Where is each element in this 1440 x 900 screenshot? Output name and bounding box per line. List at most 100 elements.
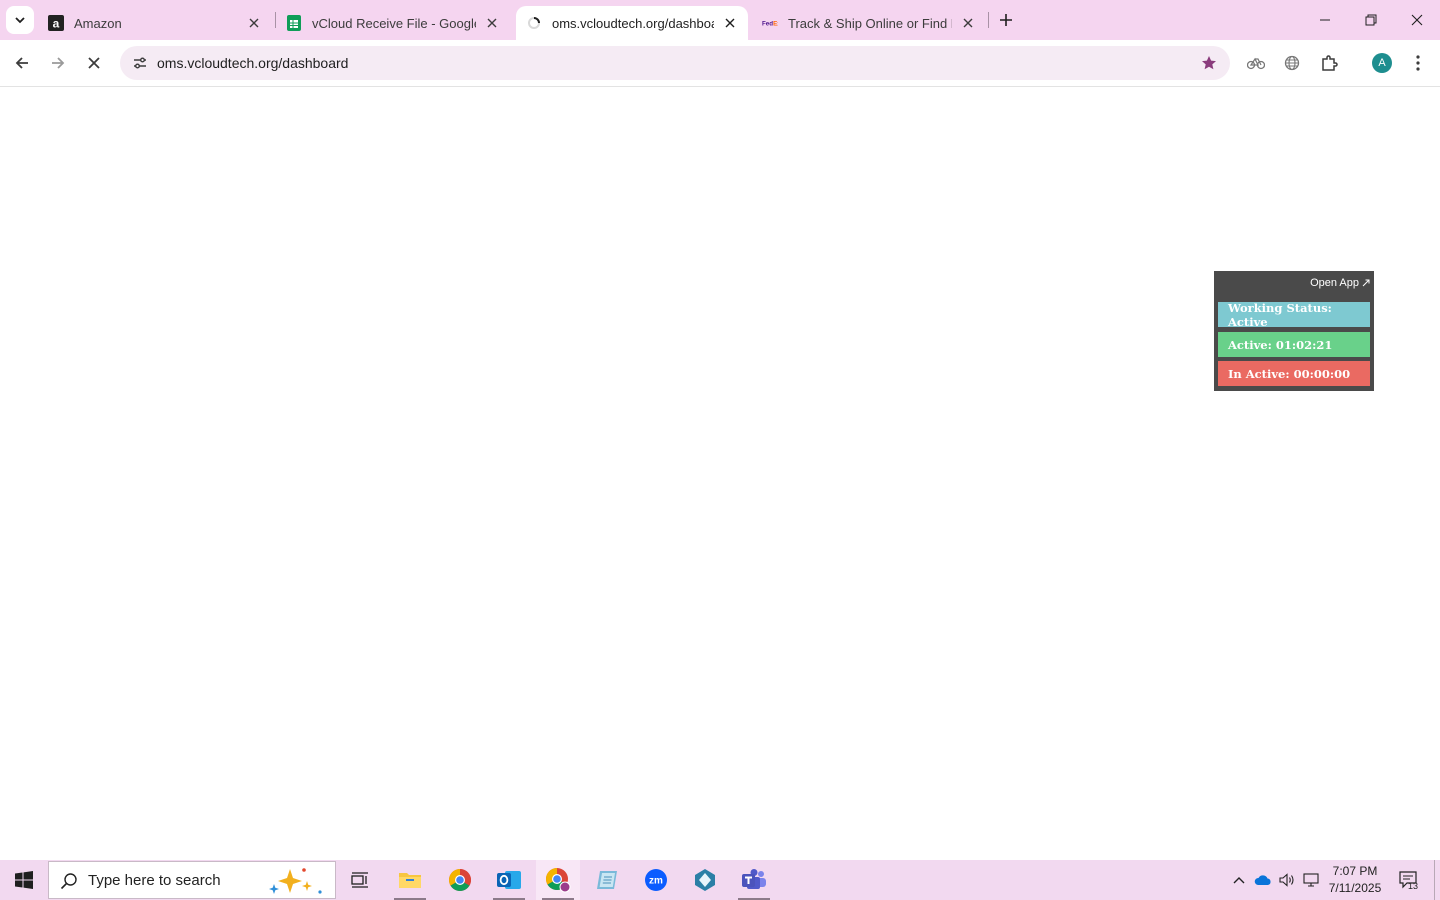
chrome-profile-button[interactable] xyxy=(536,860,580,900)
tab-title: oms.vcloudtech.org/dashboard xyxy=(552,15,714,31)
chrome-icon xyxy=(449,869,471,891)
open-app-button[interactable]: Open App xyxy=(1310,277,1370,289)
notification-count: 13 xyxy=(1408,881,1419,891)
restore-button[interactable] xyxy=(1348,0,1394,40)
sparkle-icon xyxy=(269,868,322,894)
svg-text:a: a xyxy=(53,17,60,31)
notifications-button[interactable] xyxy=(1394,860,1424,900)
inactive-time-bar: In Active: 00:00:00 xyxy=(1218,361,1370,386)
site-settings-icon[interactable] xyxy=(128,51,152,75)
fedex-icon: FedEx xyxy=(762,15,778,31)
work-status-widget: Open App Working Status: Active Active: … xyxy=(1214,271,1374,391)
task-view-icon xyxy=(351,872,368,888)
extension-bikes-button[interactable] xyxy=(1240,47,1272,79)
chevron-down-icon xyxy=(15,17,25,24)
task-view-button[interactable] xyxy=(340,860,380,900)
close-tab-icon[interactable] xyxy=(246,15,262,31)
plus-icon xyxy=(1000,14,1012,26)
address-bar[interactable]: oms.vcloudtech.org/dashboard xyxy=(120,46,1230,80)
profile-avatar[interactable]: A xyxy=(1372,53,1392,73)
tab-google-sheets[interactable]: vCloud Receive File - Google Sh xyxy=(276,6,510,40)
amazon-icon: a xyxy=(48,15,64,31)
speaker-icon xyxy=(1279,873,1294,887)
forward-button[interactable] xyxy=(42,47,74,79)
close-tab-icon[interactable] xyxy=(722,15,738,31)
svg-text:FedEx: FedEx xyxy=(762,21,778,28)
network-button[interactable] xyxy=(1300,860,1322,900)
working-status-text: Working Status: Active xyxy=(1228,300,1332,329)
stop-loading-button[interactable] xyxy=(78,47,110,79)
clock-date: 7/11/2025 xyxy=(1328,881,1382,895)
chrome-icon xyxy=(546,868,571,893)
volume-button[interactable] xyxy=(1276,860,1298,900)
zoom-icon: zm xyxy=(645,869,667,891)
tab-oms-dashboard[interactable]: oms.vcloudtech.org/dashboard xyxy=(516,6,748,40)
pen-app-button[interactable] xyxy=(585,860,629,900)
active-time-bar: Active: 01:02:21 xyxy=(1218,332,1370,357)
show-desktop-button[interactable] xyxy=(1434,860,1440,900)
vpn-app-button[interactable] xyxy=(683,860,727,900)
arrow-right-icon xyxy=(52,57,65,69)
external-link-icon xyxy=(1362,279,1370,287)
svg-text:zm: zm xyxy=(649,876,663,887)
close-window-button[interactable] xyxy=(1394,0,1440,40)
working-status-bar: Working Status: Active xyxy=(1218,300,1370,329)
bookmark-star-icon[interactable] xyxy=(1198,52,1220,74)
outlook-icon xyxy=(497,871,521,889)
close-tab-icon[interactable] xyxy=(484,15,500,31)
puzzle-icon xyxy=(1322,55,1338,71)
notepad-icon xyxy=(597,871,617,889)
tab-fedex[interactable]: FedEx Track & Ship Online or Find Ne xyxy=(752,6,986,40)
back-button[interactable] xyxy=(6,47,38,79)
chrome-button[interactable] xyxy=(438,860,482,900)
minimize-button[interactable] xyxy=(1302,0,1348,40)
more-vertical-icon xyxy=(1416,55,1420,71)
active-time-text: Active: 01:02:21 xyxy=(1228,337,1333,352)
close-tab-icon[interactable] xyxy=(960,15,976,31)
restore-icon xyxy=(1365,14,1377,26)
arrow-left-icon xyxy=(15,57,28,69)
file-explorer-button[interactable] xyxy=(388,860,432,900)
tab-title: Track & Ship Online or Find Ne xyxy=(788,15,952,31)
taskbar-clock[interactable]: 7:07 PM 7/11/2025 xyxy=(1320,863,1390,897)
minimize-icon xyxy=(1320,19,1330,21)
onedrive-button[interactable] xyxy=(1252,860,1274,900)
chevron-up-icon xyxy=(1233,877,1245,884)
loading-icon xyxy=(526,15,542,31)
bicycle-icon xyxy=(1247,57,1265,70)
outlook-button[interactable] xyxy=(487,860,531,900)
browser-toolbar: oms.vcloudtech.org/dashboard xyxy=(0,40,1440,87)
extensions-button[interactable] xyxy=(1313,47,1345,79)
open-app-label: Open App xyxy=(1310,277,1359,289)
tab-amazon[interactable]: a Amazon xyxy=(38,6,272,40)
start-button[interactable] xyxy=(0,860,48,900)
zoom-button[interactable]: zm xyxy=(634,860,678,900)
url-text[interactable]: oms.vcloudtech.org/dashboard xyxy=(157,55,348,71)
shield-app-icon xyxy=(695,869,715,891)
clock-time: 7:07 PM xyxy=(1332,864,1378,878)
tab-title: vCloud Receive File - Google Sh xyxy=(312,15,476,31)
windows-taskbar: Type here to search zm 7:07 PM 7/11/2025 xyxy=(0,860,1440,900)
extension-globe-button[interactable] xyxy=(1276,47,1308,79)
tab-strip: a Amazon vCloud Receive File - Google Sh… xyxy=(0,0,1440,40)
teams-icon xyxy=(742,869,766,889)
network-icon xyxy=(1303,873,1319,887)
inactive-time-text: In Active: 00:00:00 xyxy=(1228,366,1351,381)
folder-icon xyxy=(399,873,421,888)
cloud-icon xyxy=(1254,875,1271,885)
google-sheets-icon xyxy=(286,15,302,31)
tab-search-button[interactable] xyxy=(6,6,34,34)
globe-icon xyxy=(1284,55,1300,71)
show-hidden-icons-button[interactable] xyxy=(1228,860,1250,900)
browser-menu-button[interactable] xyxy=(1402,47,1434,79)
tab-title: Amazon xyxy=(74,15,122,31)
search-placeholder: Type here to search xyxy=(88,872,221,889)
close-icon xyxy=(88,57,100,69)
taskbar-search-box[interactable]: Type here to search xyxy=(48,861,336,899)
close-icon xyxy=(1411,14,1423,26)
search-icon xyxy=(60,873,77,890)
new-tab-button[interactable] xyxy=(994,8,1018,32)
tab-separator xyxy=(988,12,989,28)
windows-logo-icon xyxy=(15,871,33,889)
teams-button[interactable] xyxy=(732,860,776,900)
